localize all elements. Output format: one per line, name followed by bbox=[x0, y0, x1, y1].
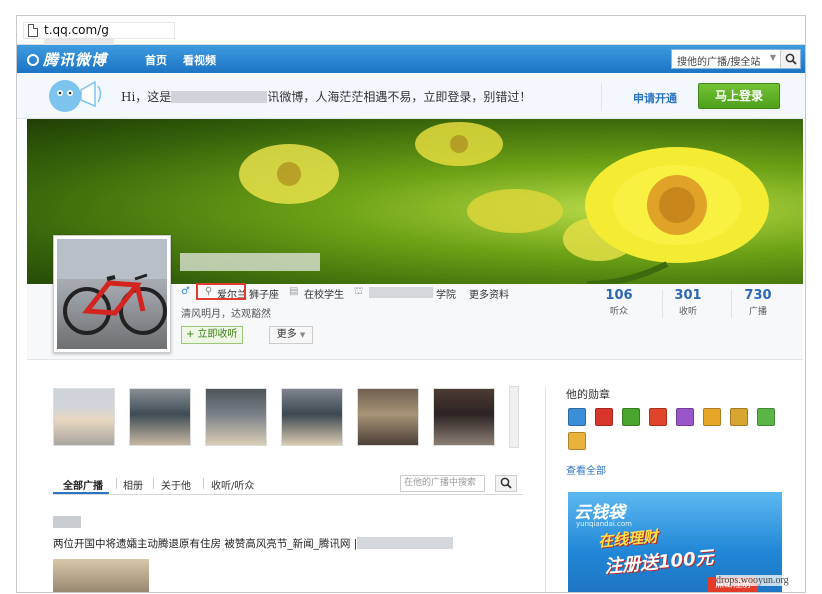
badge-icon[interactable] bbox=[568, 432, 586, 450]
feed-search-input[interactable]: 在他的广播中搜索 bbox=[400, 475, 485, 492]
watermark: drops.wooyun.org bbox=[716, 575, 789, 586]
follow-button[interactable]: + 立即收听 bbox=[181, 326, 243, 344]
location-highlight-box bbox=[196, 283, 246, 300]
post-link-redacted bbox=[357, 537, 454, 549]
badge-icon[interactable] bbox=[676, 408, 694, 426]
browser-window: t.qq.com/g 腾讯微博 首页 看视频 搜他的广播/搜全站 ▼ Hi，这是… bbox=[16, 15, 806, 593]
zodiac-text: 狮子座 bbox=[249, 290, 279, 301]
school-redacted bbox=[369, 287, 433, 298]
badge-icon[interactable] bbox=[649, 408, 667, 426]
weibo-logo[interactable]: 腾讯微博 bbox=[27, 49, 107, 70]
nav-home[interactable]: 首页 bbox=[145, 52, 167, 68]
post-image[interactable] bbox=[53, 559, 149, 592]
msg-suffix: 讯微博，人海茫茫相遇不易，立即登录，别错过！ bbox=[267, 90, 532, 104]
post-text: 两位开国中将遗孀主动腾退原有住房 被赞高风亮节_新闻_腾讯网 | bbox=[53, 536, 454, 551]
album-photo[interactable] bbox=[129, 388, 191, 446]
column-divider bbox=[545, 386, 546, 592]
divider bbox=[601, 83, 602, 111]
badge-icon[interactable] bbox=[703, 408, 721, 426]
stat-label: 广播 bbox=[748, 307, 767, 317]
badge-icon[interactable] bbox=[730, 408, 748, 426]
album-photo[interactable] bbox=[205, 388, 267, 446]
post-author-redacted bbox=[53, 516, 81, 528]
login-prompt-bar: Hi，这是 讯微博，人海茫茫相遇不易，立即登录，别错过！ 申请开通 马上登录 bbox=[17, 73, 805, 119]
login-message: Hi，这是 讯微博，人海茫茫相遇不易，立即登录，别错过！ bbox=[121, 88, 531, 105]
tab-divider bbox=[153, 478, 154, 489]
login-button[interactable]: 马上登录 bbox=[698, 83, 780, 109]
bicycle-photo bbox=[57, 239, 167, 335]
nav-video[interactable]: 看视频 bbox=[183, 52, 216, 68]
page-icon bbox=[28, 24, 38, 37]
stat-following[interactable]: 301 收听 bbox=[668, 288, 708, 318]
address-bar: t.qq.com/g bbox=[17, 16, 805, 50]
album-photo[interactable] bbox=[53, 388, 115, 446]
ad-headline: 在线理财 bbox=[597, 527, 659, 551]
avatar bbox=[53, 235, 171, 353]
stat-value: 301 bbox=[674, 288, 702, 303]
stat-value: 730 bbox=[744, 288, 772, 303]
stat-divider bbox=[731, 290, 732, 318]
see-all-badges-link[interactable]: 查看全部 bbox=[566, 462, 606, 477]
tab-about[interactable]: 关于他 bbox=[161, 477, 191, 492]
username-redacted bbox=[180, 253, 320, 271]
url-field[interactable]: t.qq.com/g bbox=[23, 22, 175, 50]
more-button[interactable]: 更多 ▼ bbox=[269, 326, 313, 344]
profile-motto: 清风明月，达观豁然 bbox=[181, 309, 271, 320]
status-text: 在校学生 bbox=[304, 290, 344, 301]
search-button[interactable] bbox=[780, 50, 800, 68]
stat-label: 收听 bbox=[678, 307, 697, 317]
badges-title: 他的勋章 bbox=[566, 388, 610, 401]
tab-divider bbox=[203, 478, 204, 489]
apply-link[interactable]: 申请开通 bbox=[633, 90, 677, 106]
album-photo[interactable] bbox=[433, 388, 495, 446]
tab-divider bbox=[116, 478, 117, 489]
search-icon bbox=[785, 53, 797, 65]
search-scope-dropdown-icon[interactable]: ▼ bbox=[770, 53, 776, 62]
album-photo[interactable] bbox=[357, 388, 419, 446]
search-input[interactable]: 搜他的广播/搜全站 bbox=[677, 53, 760, 68]
search-icon bbox=[500, 477, 512, 489]
redacted-text bbox=[171, 91, 268, 103]
active-tab-indicator bbox=[53, 492, 109, 494]
stat-broadcasts[interactable]: 730 广播 bbox=[738, 288, 778, 318]
badge-icon[interactable] bbox=[568, 408, 586, 426]
tab-album[interactable]: 相册 bbox=[123, 477, 143, 492]
top-nav: 腾讯微博 首页 看视频 搜他的广播/搜全站 ▼ bbox=[17, 45, 805, 73]
msg-prefix: Hi，这是 bbox=[121, 90, 172, 104]
stat-value: 106 bbox=[605, 288, 633, 303]
global-search[interactable]: 搜他的广播/搜全站 ▼ bbox=[671, 49, 801, 69]
badge-icon[interactable] bbox=[622, 408, 640, 426]
album-photo[interactable] bbox=[281, 388, 343, 446]
stat-divider bbox=[662, 290, 663, 318]
logo-text: 腾讯微博 bbox=[43, 51, 108, 69]
more-label: 更多 bbox=[276, 329, 297, 340]
post-text-content: 两位开国中将遗孀主动腾退原有住房 被赞高风亮节_新闻_腾讯网 | bbox=[53, 538, 358, 550]
gender-male-icon: ♂ bbox=[181, 286, 190, 297]
url-text: t.qq.com/g bbox=[44, 23, 109, 37]
album-scrollbar[interactable] bbox=[509, 386, 519, 448]
ad-site: yunqiandai.com bbox=[576, 520, 632, 528]
more-info-link[interactable]: 更多资料 bbox=[469, 286, 509, 301]
tab-all-broadcasts[interactable]: 全部广播 bbox=[63, 477, 103, 492]
chevron-down-icon: ▼ bbox=[299, 331, 306, 339]
logo-icon bbox=[27, 54, 39, 66]
stat-label: 听众 bbox=[609, 307, 628, 317]
badge-icon[interactable] bbox=[595, 408, 613, 426]
badge-icon[interactable] bbox=[757, 408, 775, 426]
school-icon: ⛫ bbox=[354, 286, 364, 297]
school-suffix: 学院 bbox=[436, 290, 456, 301]
tab-following-listeners[interactable]: 收听/听众 bbox=[211, 477, 254, 492]
status-icon: ▤ bbox=[289, 286, 299, 297]
mascot-icon bbox=[49, 80, 102, 112]
feed-search-button[interactable] bbox=[495, 475, 517, 492]
stat-listeners[interactable]: 106 听众 bbox=[599, 288, 639, 318]
